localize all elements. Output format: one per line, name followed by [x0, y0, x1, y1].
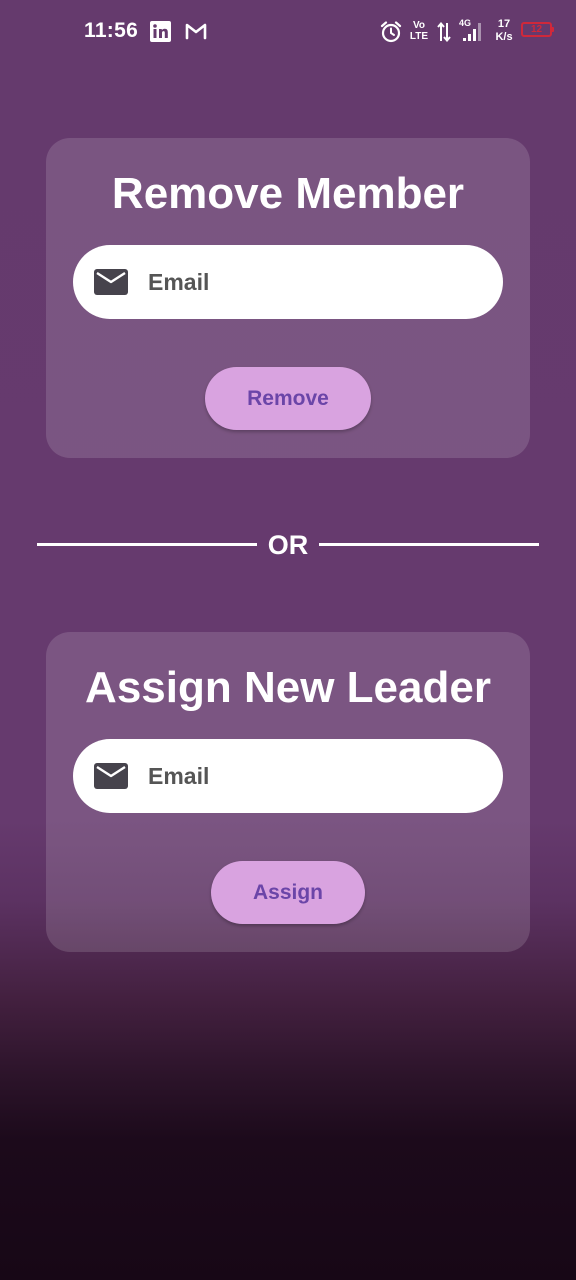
assign-button[interactable]: Assign: [211, 861, 365, 924]
divider-line-left: [37, 543, 257, 546]
or-label: OR: [267, 530, 309, 560]
or-divider: OR: [37, 526, 539, 564]
remove-email-input[interactable]: [148, 245, 488, 319]
remove-member-card: Remove Member Remove: [46, 138, 530, 458]
assign-leader-title: Assign New Leader: [85, 663, 491, 712]
remove-email-field[interactable]: [73, 245, 503, 319]
battery-icon: 12: [521, 22, 554, 37]
volte-line1: Vo: [412, 20, 426, 31]
battery-level: 12: [530, 23, 543, 35]
status-bar: 11:56 Vo LTE 4G 17 K/s 12: [0, 0, 576, 64]
linkedin-icon: [150, 21, 171, 47]
volte-icon: Vo LTE: [408, 20, 430, 42]
assign-email-field[interactable]: [73, 739, 503, 813]
divider-line-right: [319, 543, 539, 546]
signal-icon: 4G: [459, 18, 485, 44]
mail-icon: [94, 269, 128, 295]
net-speed: 17 K/s: [492, 18, 516, 44]
assign-email-input[interactable]: [148, 739, 488, 813]
net-speed-unit: K/s: [495, 31, 513, 43]
gmail-icon: [185, 22, 207, 45]
remove-member-title: Remove Member: [111, 169, 465, 218]
mail-icon: [94, 763, 128, 789]
net-speed-value: 17: [497, 18, 511, 30]
status-time: 11:56: [84, 19, 139, 42]
alarm-icon: [380, 21, 402, 48]
volte-line2: LTE: [409, 31, 429, 42]
assign-leader-card: Assign New Leader Assign: [46, 632, 530, 952]
remove-button[interactable]: Remove: [205, 367, 371, 430]
data-arrows-icon: [437, 21, 451, 47]
